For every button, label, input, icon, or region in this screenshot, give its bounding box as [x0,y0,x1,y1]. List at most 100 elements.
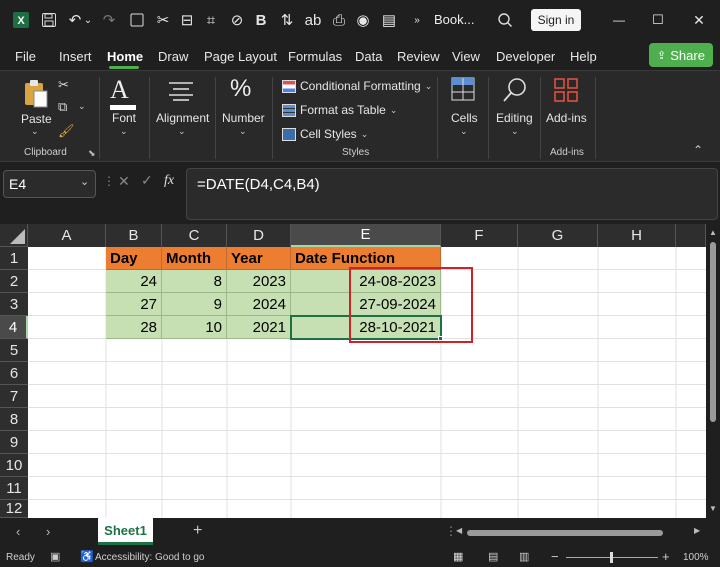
row-header-7[interactable]: 7 [0,385,28,408]
customize-qat-icon[interactable]: » [406,9,428,31]
alignment-button[interactable]: Alignment ⌄ [152,75,212,137]
zoom-slider-thumb[interactable] [610,552,613,563]
normal-view-icon[interactable]: ▦ [453,550,463,563]
horizontal-scroll-thumb[interactable] [467,530,663,536]
sign-in-button[interactable]: Sign in [531,9,581,31]
cell-b4[interactable]: 28 [106,316,162,339]
collapse-ribbon-icon[interactable]: ⌃ [693,143,703,157]
column-header-g[interactable]: G [518,224,598,247]
zoom-out-icon[interactable]: − [551,549,559,564]
column-header-b[interactable]: B [106,224,162,247]
print-preview-icon[interactable]: ⎙ [328,9,350,31]
copy-dropdown-icon[interactable]: ⌄ [78,101,86,112]
row-header-9[interactable]: 9 [0,431,28,454]
row-header-5[interactable]: 5 [0,339,28,362]
cut-icon[interactable]: ✂ [152,9,174,31]
cells-button[interactable]: Cells ⌄ [442,75,484,137]
cell-d3[interactable]: 2024 [227,293,291,316]
formula-bar-options-icon[interactable]: ⋮ [103,174,115,188]
tab-developer[interactable]: Developer [496,49,555,64]
paste-button[interactable]: Paste ⌄ [14,75,56,137]
add-sheet-icon[interactable]: + [193,522,202,540]
redo-icon[interactable]: ↷ [98,9,120,31]
row-header-11[interactable]: 11 [0,477,28,500]
vertical-scrollbar[interactable]: ▲ ▼ [706,224,720,518]
cancel-icon[interactable]: ✕ [118,173,130,190]
hscroll-right-icon[interactable]: ▶ [694,526,700,535]
tab-page-layout[interactable]: Page Layout [204,49,277,64]
scroll-sheets-left-icon[interactable]: ‹ [16,524,20,539]
format-as-table-button[interactable]: Format as Table ⌄ [282,101,397,119]
cell-c3[interactable]: 9 [162,293,227,316]
bold-icon[interactable]: B [250,9,272,31]
cell-styles-button[interactable]: Cell Styles ⌄ [282,125,368,143]
name-box[interactable]: E4 ⌄ [3,170,96,198]
editing-button[interactable]: Editing ⌄ [492,75,536,137]
cell-c4[interactable]: 10 [162,316,227,339]
column-header-c[interactable]: C [162,224,227,247]
new-document-icon[interactable] [126,9,148,31]
close-icon[interactable]: ✕ [688,9,710,31]
clipboard-launcher-icon[interactable]: ⬊ [88,148,96,159]
copy-icon[interactable]: ⧉ [58,99,67,115]
font-button[interactable]: A Font ⌄ [103,75,145,137]
format-painter-icon[interactable]: ⌗ [200,9,222,31]
column-header-f[interactable]: F [441,224,518,247]
row-header-6[interactable]: 6 [0,362,28,385]
undo-dropdown-icon[interactable]: ⌄ [82,9,94,31]
maximize-icon[interactable]: ☐ [647,9,669,31]
format-painter-icon[interactable]: 🖌 [58,123,75,139]
page-break-view-icon[interactable]: ▥ [519,550,529,563]
page-layout-view-icon[interactable]: ▤ [488,550,498,563]
camera-icon[interactable]: ◉ [352,9,374,31]
row-header-2[interactable]: 2 [0,270,28,293]
conditional-formatting-button[interactable]: Conditional Formatting ⌄ [282,77,432,95]
sort-icon[interactable]: ⇅ [276,9,298,31]
cell-d1[interactable]: Year [227,247,291,270]
cell-d2[interactable]: 2023 [227,270,291,293]
tab-home[interactable]: Home [107,49,143,64]
search-icon[interactable] [494,9,516,31]
cell-c2[interactable]: 8 [162,270,227,293]
tab-draw[interactable]: Draw [158,49,188,64]
borders-icon[interactable]: ⊟ [176,9,198,31]
cut-icon[interactable]: ✂ [58,77,69,93]
minimize-icon[interactable]: — [608,9,630,31]
tab-insert[interactable]: Insert [59,49,92,64]
save-icon[interactable] [38,9,60,31]
select-all-button[interactable] [0,224,28,247]
scroll-up-icon[interactable]: ▲ [709,228,717,237]
row-header-4[interactable]: 4 [0,316,28,339]
sheet-tab-sheet1[interactable]: Sheet1 [98,518,153,545]
tab-view[interactable]: View [452,49,480,64]
column-header-a[interactable]: A [28,224,106,247]
tab-help[interactable]: Help [570,49,597,64]
cell-b2[interactable]: 24 [106,270,162,293]
zoom-level[interactable]: 100% [683,552,709,563]
add-ins-button[interactable]: Add-ins [544,75,590,137]
row-header-8[interactable]: 8 [0,408,28,431]
zoom-in-icon[interactable]: + [662,549,670,564]
tab-review[interactable]: Review [397,49,440,64]
enter-icon[interactable]: ✓ [141,172,153,189]
cell-c1[interactable]: Month [162,247,227,270]
accessibility-status[interactable]: Accessibility: Good to go [95,552,205,563]
vertical-scroll-thumb[interactable] [710,242,716,422]
scroll-sheets-right-icon[interactable]: › [46,524,50,539]
column-header-h[interactable]: H [598,224,676,247]
column-header-d[interactable]: D [227,224,291,247]
row-header-10[interactable]: 10 [0,454,28,477]
cell-d4[interactable]: 2021 [227,316,291,339]
row-header-12[interactable]: 12 [0,500,28,518]
tab-data[interactable]: Data [355,49,382,64]
paste-special-icon[interactable]: ▤ [378,9,400,31]
tab-file[interactable]: File [15,49,36,64]
cell-b3[interactable]: 27 [106,293,162,316]
macro-record-icon[interactable]: ▣ [50,550,60,563]
name-box-dropdown-icon[interactable]: ⌄ [80,175,89,188]
tab-formulas[interactable]: Formulas [288,49,342,64]
number-button[interactable]: % Number ⌄ [218,75,268,137]
cell-b1[interactable]: Day [106,247,162,270]
hscroll-left-icon[interactable]: ◀ [456,526,462,535]
insert-function-icon[interactable]: fx [164,173,174,189]
